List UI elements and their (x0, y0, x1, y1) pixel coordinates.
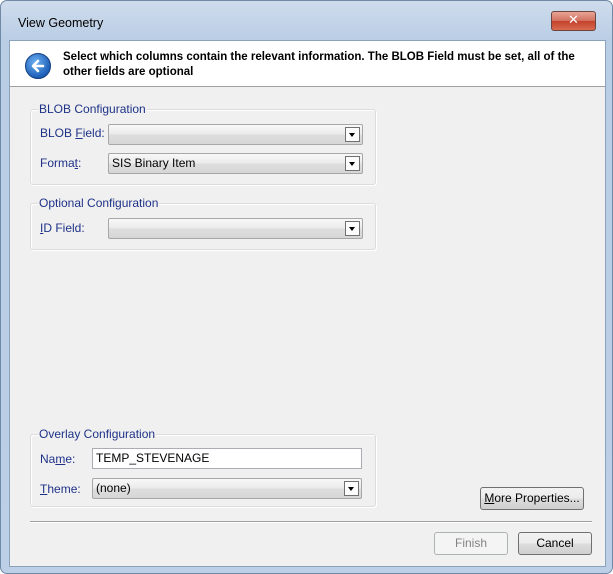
wizard-header: Select which columns contain the relevan… (10, 41, 605, 86)
theme-label: Theme: (40, 482, 81, 496)
close-icon: ✕ (568, 13, 579, 28)
optional-configuration-label: Optional Configuration (38, 196, 160, 210)
blob-field-dropdown[interactable] (108, 124, 363, 145)
overlay-configuration-label: Overlay Configuration (38, 427, 157, 441)
format-label: Format: (40, 156, 82, 170)
header-divider (10, 86, 605, 87)
chevron-down-icon[interactable] (345, 127, 360, 142)
format-dropdown[interactable]: SIS Binary Item (108, 153, 363, 174)
close-button[interactable]: ✕ (551, 11, 596, 31)
id-field-dropdown[interactable] (108, 218, 363, 239)
window-title: View Geometry (18, 16, 104, 30)
chevron-down-icon[interactable] (344, 481, 359, 496)
dialog-client-area: Select which columns contain the relevan… (9, 40, 606, 567)
blob-configuration-label: BLOB Configuration (38, 102, 147, 116)
theme-value: (none) (96, 481, 131, 495)
finish-button[interactable]: Finish (434, 532, 508, 555)
chevron-down-icon[interactable] (345, 156, 360, 171)
name-value: TEMP_STEVENAGE (96, 451, 210, 465)
more-properties-button[interactable]: More Properties... (480, 487, 584, 510)
name-label: Name: (40, 452, 76, 466)
cancel-button[interactable]: Cancel (518, 532, 592, 555)
chevron-down-icon[interactable] (345, 221, 360, 236)
back-arrow-icon[interactable] (25, 53, 51, 79)
blob-field-label: BLOB Field: (40, 126, 105, 140)
theme-dropdown[interactable]: (none) (92, 478, 362, 499)
footer-divider (30, 521, 592, 522)
dialog-window: View Geometry ✕ Select which columns con… (0, 0, 613, 574)
format-value: SIS Binary Item (112, 156, 196, 170)
title-bar[interactable]: View Geometry ✕ (1, 1, 612, 41)
name-input[interactable]: TEMP_STEVENAGE (92, 448, 362, 469)
id-field-label: ID Field: (40, 221, 85, 235)
instruction-text: Select which columns contain the relevan… (63, 51, 575, 78)
